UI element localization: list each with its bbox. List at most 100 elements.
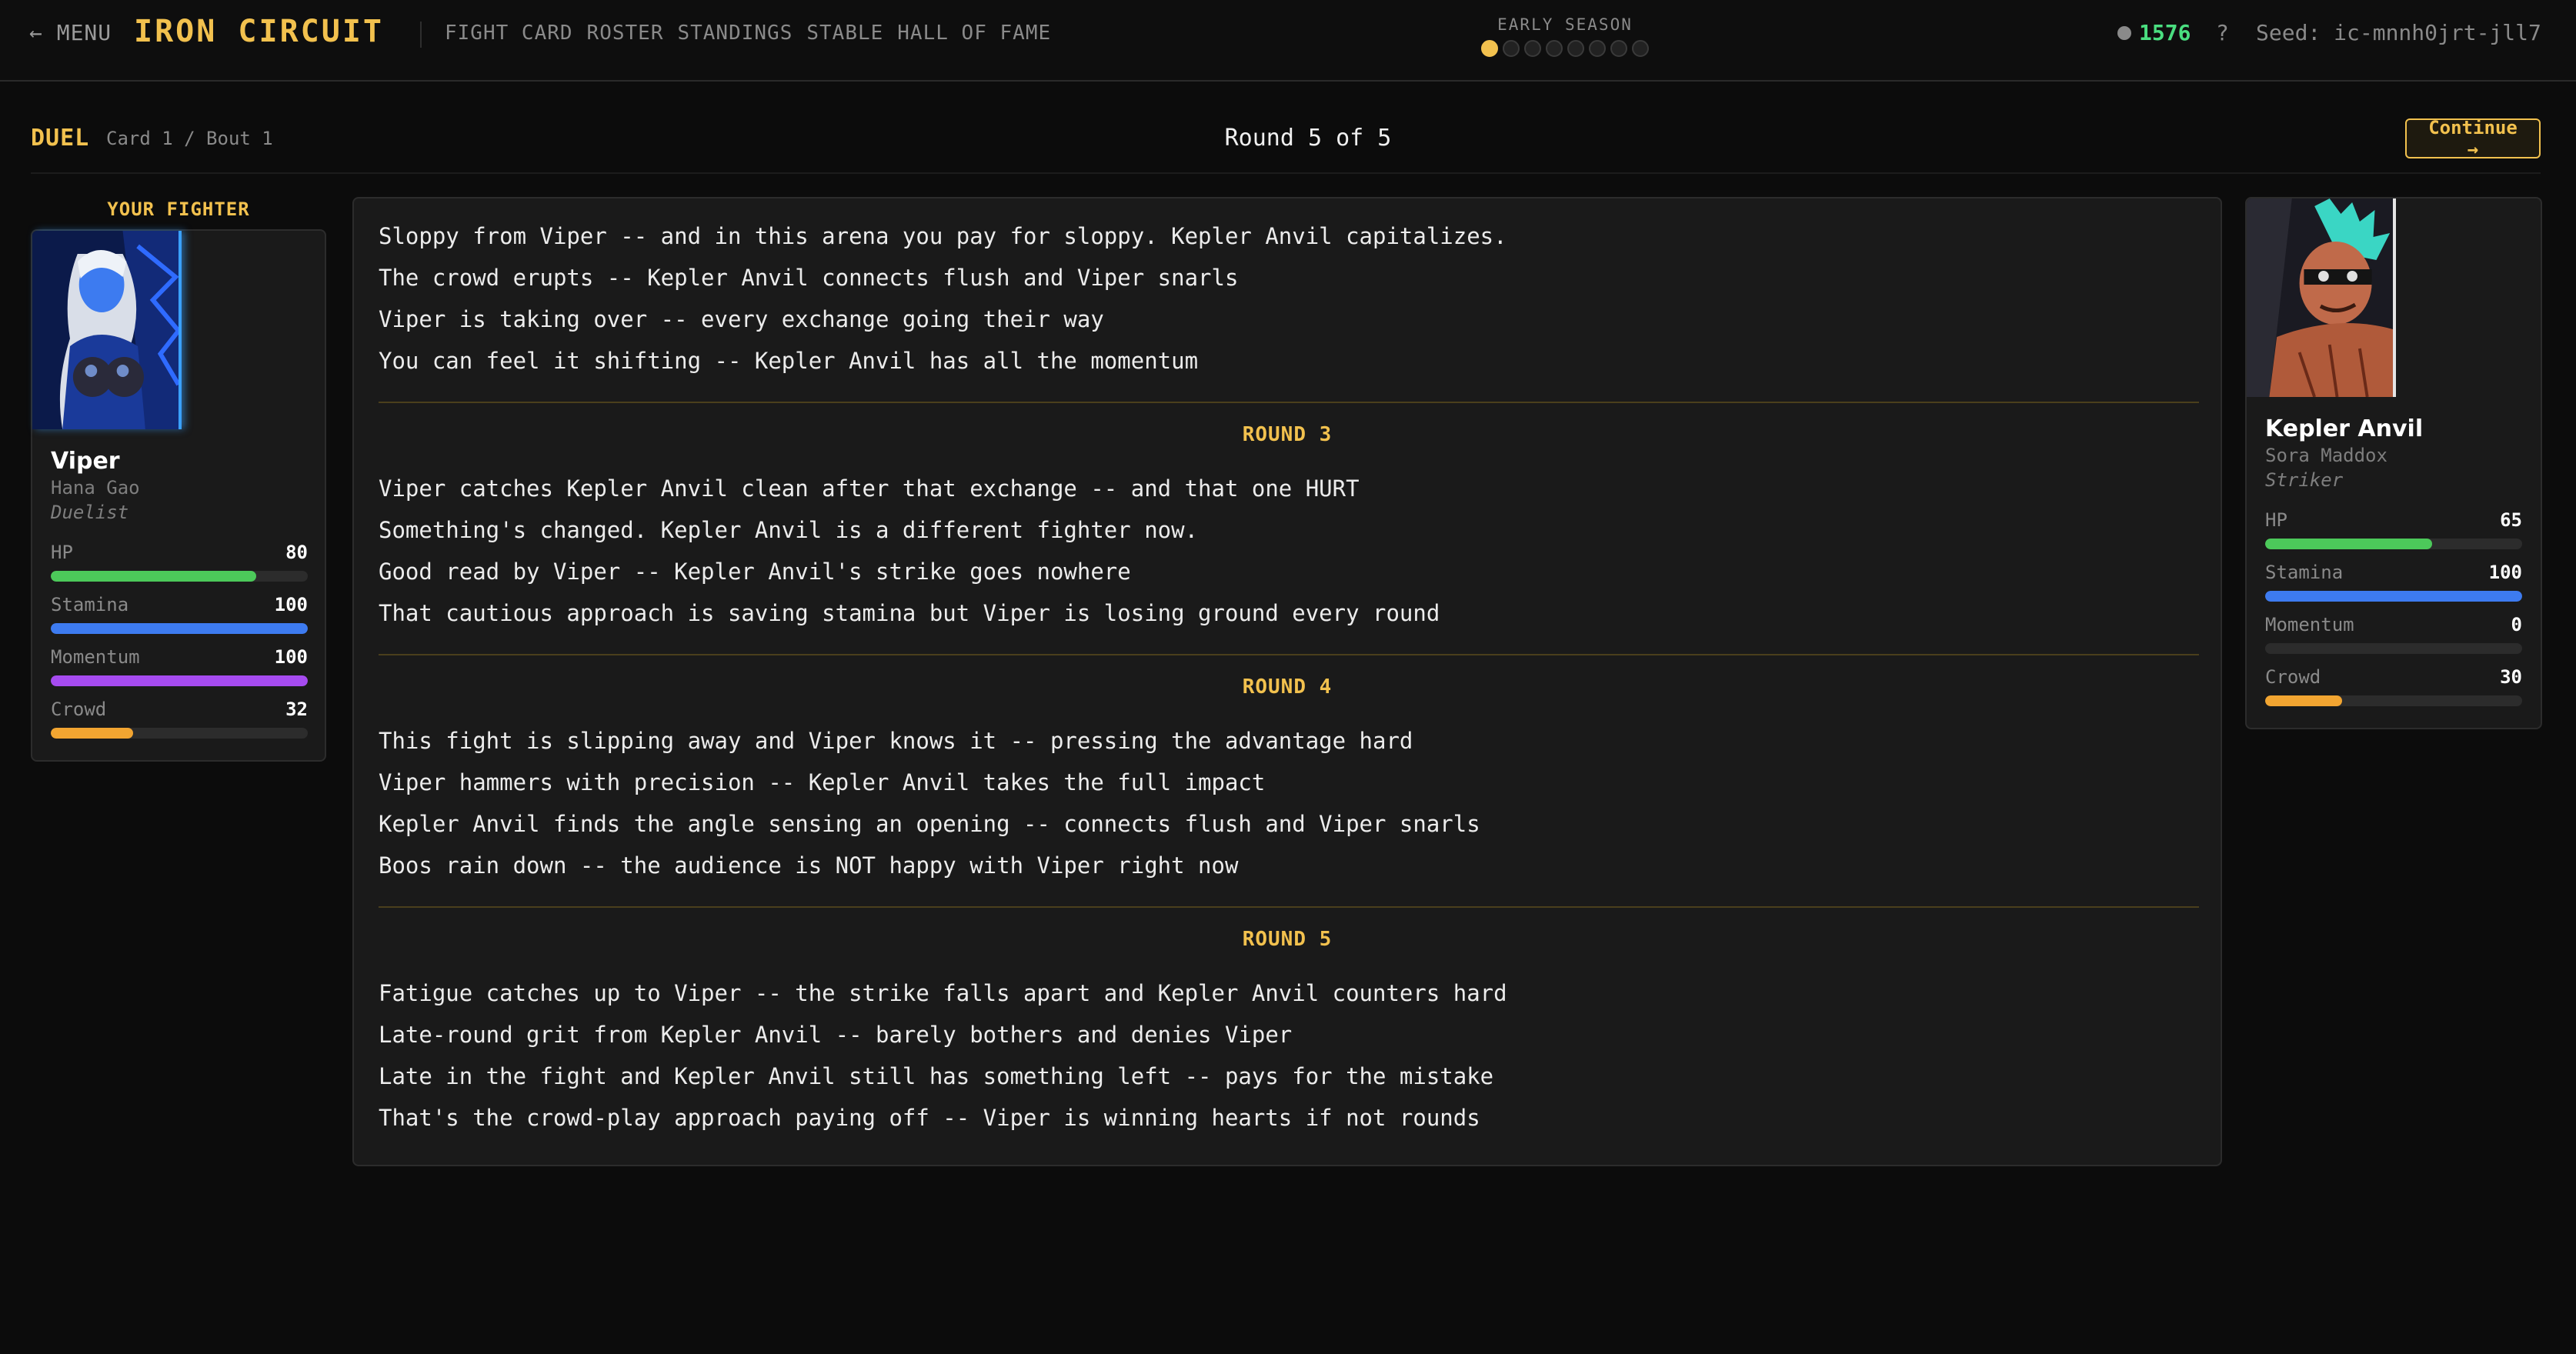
nav-standings[interactable]: STANDINGS [677,22,792,45]
currency-value: 1576 [2139,20,2191,45]
season-week-dot [1524,40,1541,57]
season-dots [1467,40,1663,57]
nav-hall-of-fame[interactable]: HALL OF FAME [897,22,1051,45]
round-4-label: ROUND 4 [1242,675,1333,699]
season-week-dot [1546,40,1563,57]
stat-track [2265,695,2522,706]
stat-label: Stamina [2265,562,2344,583]
opponent-real-name: Sora Maddox [2265,445,2387,466]
season-week-dot [1503,40,1520,57]
opponent-name: Kepler Anvil [2265,415,2424,442]
crowd-bar [2265,695,2343,706]
stat-value: 65 [2500,509,2522,531]
stamina-bar [2265,591,2522,602]
nav-roster[interactable]: ROSTER [587,22,664,45]
player-name: Viper [51,448,120,475]
season-week-dot [1589,40,1606,57]
main-nav: FIGHT CARD ROSTER STANDINGS STABLE HALL … [445,22,1051,45]
log-line: Late-round grit from Kepler Anvil -- bar… [379,1022,1293,1048]
coin-icon [2117,25,2131,40]
season-label: EARLY SEASON [1497,15,1633,34]
season-week-dot [1567,40,1584,57]
stat-track [51,571,308,582]
fight-log: Sloppy from Viper -- and in this arena y… [352,197,2222,1166]
your-fighter-label: YOUR FIGHTER [107,198,250,220]
seed-text: Seed: ic-mnnh0jrt-jll7 [2256,20,2541,45]
stat-value: 100 [274,594,308,615]
opponent-stat-momentum: Momentum 0 [2265,614,2522,659]
log-line: This fight is slipping away and Viper kn… [379,728,1413,754]
season-week-dot [1481,40,1498,57]
stat-value: 100 [2488,562,2522,583]
log-line: Fatigue catches up to Viper -- the strik… [379,980,1507,1006]
log-line: Something's changed. Kepler Anvil is a d… [379,517,1199,543]
stat-track [51,728,308,739]
opponent-stat-crowd: Crowd 30 [2265,666,2522,711]
nav-fight-card[interactable]: FIGHT CARD [445,22,573,45]
player-real-name: Hana Gao [51,477,140,499]
menu-button[interactable]: ← MENU [29,20,112,45]
log-line: Boos rain down -- the audience is NOT ha… [379,852,1239,879]
log-line: Sloppy from Viper -- and in this arena y… [379,223,1507,249]
help-button[interactable]: ? [2216,20,2229,45]
momentum-bar [51,675,308,686]
opponent-stat-hp: HP 65 [2265,509,2522,554]
log-line: Viper is taking over -- every exchange g… [379,306,1104,332]
brand-logo: IRON CIRCUIT [134,14,384,49]
player-stat-stamina: Stamina 100 [51,594,308,639]
stat-track [51,623,308,634]
player-style: Duelist [51,502,129,523]
player-portrait [32,231,182,429]
stat-track [51,675,308,686]
round-5-label: ROUND 5 [1242,928,1333,951]
opponent-stat-stamina: Stamina 100 [2265,562,2522,606]
stat-value: 32 [285,699,308,720]
opponent-portrait [2247,198,2396,397]
stamina-bar [51,623,308,634]
player-stat-momentum: Momentum 100 [51,646,308,691]
round-divider [379,906,2199,908]
stat-value: 100 [274,646,308,668]
stat-value: 30 [2500,666,2522,688]
continue-button[interactable]: Continue → [2405,117,2541,160]
log-line: Viper catches Kepler Anvil clean after t… [379,475,1360,502]
duel-title: DUEL [31,125,90,152]
stat-label: Stamina [51,594,129,615]
round-3-label: ROUND 3 [1242,423,1333,446]
stat-label: HP [2265,509,2287,531]
round-divider [379,654,2199,655]
duel-header: DUEL Card 1 / Bout 1 Round 5 of 5 Contin… [31,115,2541,174]
round-divider [379,402,2199,403]
season-week-dot [1610,40,1627,57]
stat-label: HP [51,542,73,563]
stat-label: Momentum [51,646,140,668]
player-stat-crowd: Crowd 32 [51,699,308,743]
log-line: Viper hammers with precision -- Kepler A… [379,769,1266,795]
bout-info: Card 1 / Bout 1 [106,128,273,149]
stat-label: Momentum [2265,614,2354,635]
opponent-fighter-card: Kepler Anvil Sora Maddox Striker HP 65 S… [2245,197,2542,729]
player-fighter-card: Viper Hana Gao Duelist HP 80 Stamina 100… [31,229,326,762]
log-line: That's the crowd-play approach paying of… [379,1105,1480,1131]
nav-stable[interactable]: STABLE [806,22,883,45]
stat-value: 80 [285,542,308,563]
player-stat-hp: HP 80 [51,542,308,586]
stat-label: Crowd [51,699,107,720]
crowd-bar [51,728,133,739]
season-week-dot [1632,40,1649,57]
stat-track [2265,591,2522,602]
stat-track [2265,643,2522,654]
season-progress: EARLY SEASON [1467,15,1663,57]
log-line: That cautious approach is saving stamina… [379,600,1440,626]
hp-bar [2265,539,2433,549]
log-line: Good read by Viper -- Kepler Anvil's str… [379,559,1131,585]
stat-track [2265,539,2522,549]
nav-divider [420,22,422,48]
hp-bar [51,571,257,582]
log-line: You can feel it shifting -- Kepler Anvil… [379,348,1199,374]
round-indicator: Round 5 of 5 [1224,125,1392,152]
top-bar: ← MENU IRON CIRCUIT FIGHT CARD ROSTER ST… [0,0,2576,82]
opponent-style: Striker [2265,469,2344,491]
log-line: Kepler Anvil finds the angle sensing an … [379,811,1480,837]
stat-label: Crowd [2265,666,2321,688]
